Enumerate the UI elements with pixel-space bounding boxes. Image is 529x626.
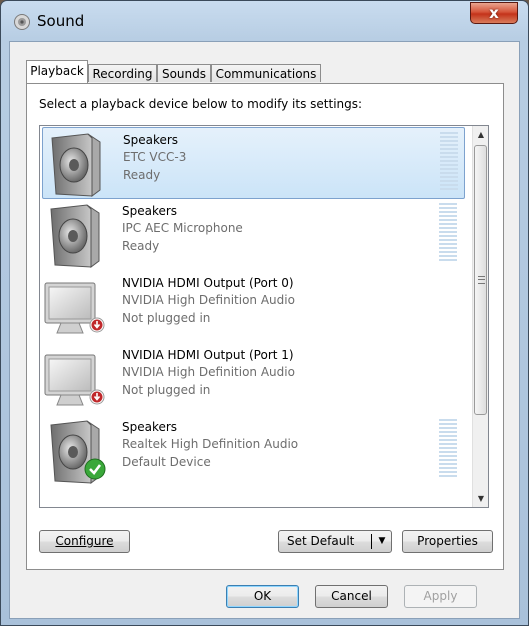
properties-label: Properties (417, 534, 478, 548)
properties-button[interactable]: Properties (402, 530, 493, 553)
tab-playback[interactable]: Playback (26, 60, 88, 83)
set-default-label: Set Default (287, 534, 355, 548)
device-description: NVIDIA High Definition Audio (122, 365, 295, 379)
device-list-scrollbar[interactable]: ▲ ▼ (472, 126, 488, 507)
unplugged-badge-icon (89, 389, 105, 405)
volume-meter (440, 132, 458, 194)
device-list[interactable]: Speakers ETC VCC-3 Ready Speakers IPC AEC Mi… (39, 125, 489, 508)
device-name: Speakers (122, 204, 178, 218)
cancel-button[interactable]: Cancel (315, 585, 388, 608)
tab-label: Communications (215, 67, 317, 81)
unplugged-badge-icon (89, 317, 105, 333)
set-default-button[interactable]: Set Default ▼ (278, 530, 392, 553)
configure-label: Configure (55, 534, 114, 548)
sound-dialog: Sound x Playback Recording Sounds Commun… (0, 0, 529, 626)
ok-button[interactable]: OK (226, 585, 299, 608)
device-status: Not plugged in (122, 383, 211, 397)
apply-label: Apply (423, 589, 458, 603)
speaker-icon (51, 133, 101, 197)
scroll-up-icon[interactable]: ▲ (473, 126, 488, 143)
apply-button[interactable]: Apply (404, 585, 477, 608)
device-status: Default Device (122, 455, 211, 469)
scroll-down-icon[interactable]: ▼ (473, 490, 488, 507)
device-status: Not plugged in (122, 311, 211, 325)
tab-recording[interactable]: Recording (88, 64, 157, 82)
dialog-client-area: Playback Recording Sounds Communications… (9, 41, 520, 619)
close-icon: x (489, 4, 499, 22)
device-list-item[interactable]: Speakers ETC VCC-3 Ready (42, 127, 465, 199)
device-description: NVIDIA High Definition Audio (122, 293, 295, 307)
device-list-item[interactable]: NVIDIA HDMI Output (Port 1) NVIDIA High D… (42, 343, 465, 415)
split-divider (371, 534, 372, 549)
device-status: Ready (123, 168, 161, 182)
cancel-label: Cancel (331, 589, 372, 603)
device-list-item[interactable]: NVIDIA HDMI Output (Port 0) NVIDIA High D… (42, 271, 465, 343)
grip-icon (478, 276, 485, 284)
device-name: NVIDIA HDMI Output (Port 0) (122, 276, 294, 290)
configure-button[interactable]: Configure (39, 530, 130, 553)
window-title: Sound (37, 12, 85, 30)
device-name: Speakers (123, 133, 179, 147)
title-bar[interactable]: Sound x (1, 1, 528, 41)
tab-label: Recording (92, 67, 153, 81)
ok-label: OK (253, 589, 272, 603)
scrollbar-thumb[interactable] (474, 145, 487, 415)
device-list-item[interactable]: Speakers Realtek High Definition Audio Def… (42, 415, 465, 487)
playback-panel: Select a playback device below to modify… (26, 83, 504, 570)
device-description: Realtek High Definition Audio (122, 437, 299, 451)
volume-meter (439, 203, 457, 265)
sound-app-icon (14, 14, 30, 30)
device-name: NVIDIA HDMI Output (Port 1) (122, 348, 294, 362)
device-description: IPC AEC Microphone (122, 221, 243, 235)
dropdown-arrow-icon[interactable]: ▼ (375, 531, 389, 552)
speaker-icon (50, 204, 100, 268)
device-name: Speakers (122, 420, 178, 434)
default-device-check-icon (84, 458, 106, 480)
device-list-item[interactable]: Speakers IPC AEC Microphone Ready (42, 199, 465, 271)
instruction-text: Select a playback device below to modify… (39, 97, 363, 111)
tab-sounds[interactable]: Sounds (157, 64, 211, 82)
tab-label: Playback (30, 64, 84, 78)
tab-communications[interactable]: Communications (211, 64, 321, 82)
tab-label: Sounds (161, 67, 207, 81)
volume-meter (439, 419, 457, 481)
device-status: Ready (122, 239, 160, 253)
close-button[interactable]: x (470, 2, 518, 24)
device-description: ETC VCC-3 (123, 150, 187, 164)
